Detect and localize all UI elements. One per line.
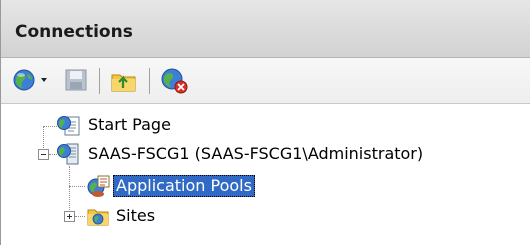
tree-connector [43,126,57,128]
toolbar-separator [99,68,100,94]
connections-tree: Start Page SAAS-FSCG1 (SAAS-FSCG1\Admini… [1,104,530,245]
tree-connector [69,166,71,216]
minus-icon [41,154,46,155]
save-icon[interactable] [63,66,89,96]
connect-globe-icon[interactable] [11,66,51,96]
toolbar [1,58,530,104]
connections-panel: Connections Start Page SAAS-FSCG1 (SAAS-… [0,0,530,245]
tree-node-sites[interactable]: Sites [113,205,158,227]
tree-node-start-page[interactable]: Start Page [85,114,174,136]
toolbar-separator [149,68,150,94]
tree-node-server[interactable]: SAAS-FSCG1 (SAAS-FSCG1\Administrator) [85,143,426,165]
delete-connection-icon[interactable] [157,66,191,96]
tree-connector [75,216,85,218]
application-pools-icon [87,175,110,197]
up-folder-icon[interactable] [109,66,139,96]
tree-connector [69,186,85,188]
server-icon [57,143,79,165]
panel-title: Connections [15,22,133,42]
panel-header: Connections [1,0,530,58]
tree-expander-expand[interactable] [64,211,75,222]
tree-node-application-pools[interactable]: Application Pools [113,175,255,197]
sites-folder-icon [87,209,109,226]
start-page-icon [57,116,80,136]
tree-expander-collapse[interactable] [38,149,49,160]
